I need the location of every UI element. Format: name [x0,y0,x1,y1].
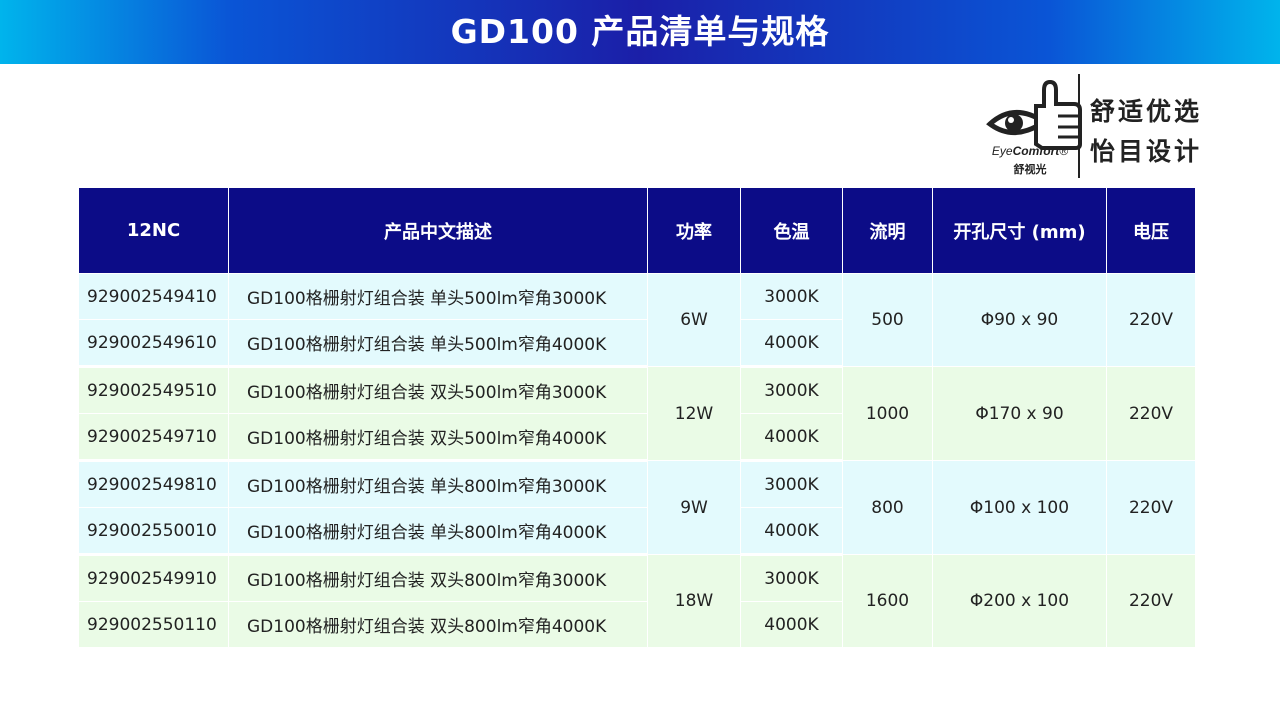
header-description: 产品中文描述 [228,188,648,274]
cell-cct: 3000K [740,554,843,602]
cell-description: GD100格栅射灯组合装 双头800lm窄角4000K [228,601,648,648]
cell-voltage: 220V [1106,273,1196,367]
cell-voltage: 220V [1106,460,1196,555]
cell-12nc: 929002549610 [78,319,229,368]
logo-divider [1078,74,1080,178]
cell-description: GD100格栅射灯组合装 单头800lm窄角4000K [228,507,648,556]
cell-12nc: 929002549710 [78,413,229,462]
cell-cct: 4000K [740,601,843,648]
slogan-line-2: 怡目设计 [1090,137,1203,166]
header-voltage: 电压 [1106,188,1196,274]
cell-lumen: 1600 [842,554,933,648]
cell-lumen: 800 [842,460,933,555]
cell-12nc: 929002549410 [78,273,229,320]
logo-brand-cn: 舒视光 [1013,163,1047,176]
cell-cct: 3000K [740,273,843,320]
logo-brand-text: EyeComfort® [991,144,1069,158]
cell-12nc: 929002549510 [78,366,229,414]
cell-12nc: 929002549910 [78,554,229,602]
header-power: 功率 [647,188,741,274]
cell-description: GD100格栅射灯组合装 双头800lm窄角3000K [228,554,648,602]
cell-description: GD100格栅射灯组合装 双头500lm窄角3000K [228,366,648,414]
cell-description: GD100格栅射灯组合装 双头500lm窄角4000K [228,413,648,462]
cell-lumen: 500 [842,273,933,367]
eyecomfort-logo: EyeComfort® 舒视光 舒适优选 怡目设计 [980,72,1220,180]
header-cct: 色温 [740,188,843,274]
cell-cutout: Φ170 x 90 [932,366,1107,461]
page-title: GD100 产品清单与规格 [450,12,830,51]
slogan-line-1: 舒适优选 [1090,97,1203,126]
table-row: 929002549910 GD100格栅射灯组合装 双头800lm窄角3000K… [78,554,1196,648]
title-banner: GD100 产品清单与规格 [0,0,1280,64]
cell-12nc: 929002550110 [78,601,229,648]
cell-description: GD100格栅射灯组合装 单头800lm窄角3000K [228,460,648,508]
table-header-row: 12NC 产品中文描述 功率 色温 流明 开孔尺寸 (mm) 电压 [78,188,1196,274]
cell-voltage: 220V [1106,554,1196,648]
cell-cct: 4000K [740,319,843,368]
cell-power: 6W [647,273,741,367]
cell-cutout: Φ100 x 100 [932,460,1107,555]
cell-lumen: 1000 [842,366,933,461]
table-row: 929002549810 GD100格栅射灯组合装 单头800lm窄角3000K… [78,460,1196,555]
cell-voltage: 220V [1106,366,1196,461]
cell-description: GD100格栅射灯组合装 单头500lm窄角4000K [228,319,648,368]
cell-power: 9W [647,460,741,555]
cell-12nc: 929002550010 [78,507,229,556]
cell-cct: 3000K [740,460,843,508]
cell-cct: 3000K [740,366,843,414]
cell-cct: 4000K [740,507,843,556]
spec-table: 12NC 产品中文描述 功率 色温 流明 开孔尺寸 (mm) 电压 929002… [78,188,1196,648]
cell-cutout: Φ90 x 90 [932,273,1107,367]
cell-power: 12W [647,366,741,461]
table-row: 929002549410 GD100格栅射灯组合装 单头500lm窄角3000K… [78,273,1196,367]
header-cutout: 开孔尺寸 (mm) [932,188,1107,274]
cell-12nc: 929002549810 [78,460,229,508]
cell-cutout: Φ200 x 100 [932,554,1107,648]
header-12nc: 12NC [78,188,229,274]
cell-cct: 4000K [740,413,843,462]
table-row: 929002549510 GD100格栅射灯组合装 双头500lm窄角3000K… [78,366,1196,461]
header-lumen: 流明 [842,188,933,274]
cell-power: 18W [647,554,741,648]
cell-description: GD100格栅射灯组合装 单头500lm窄角3000K [228,273,648,320]
